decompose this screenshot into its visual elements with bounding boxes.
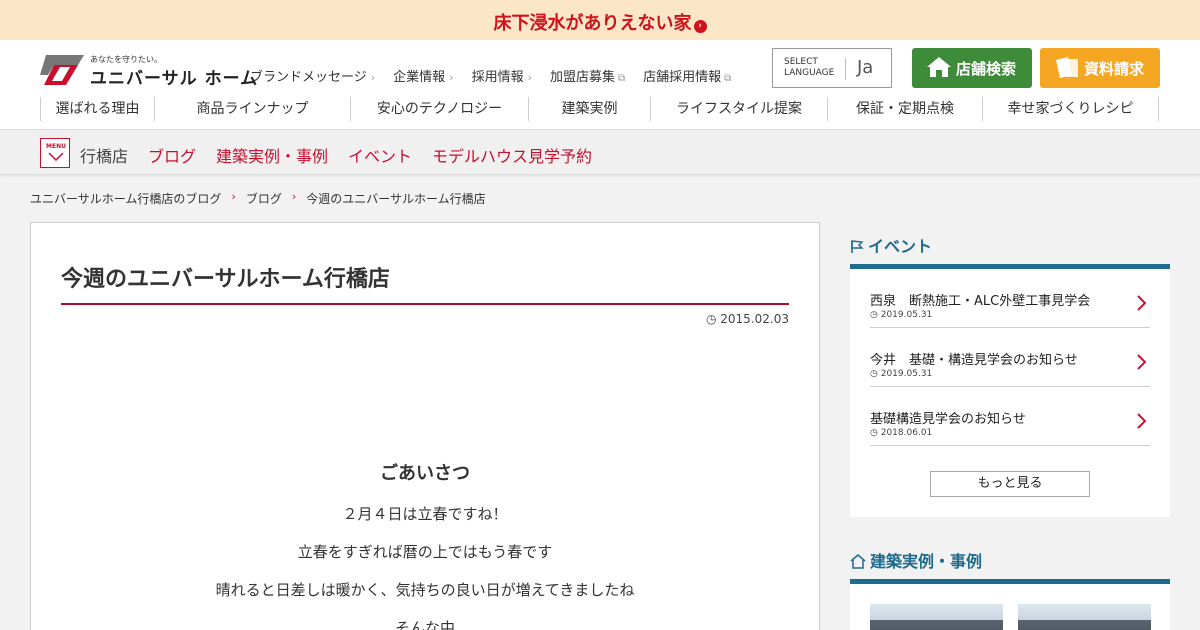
article-line: 晴れると日差しは暖かく、気持ちの良い日が増えてきましたね (215, 581, 635, 599)
cases-list (850, 579, 1170, 630)
event-date: ◷ 2018.06.01 (870, 428, 933, 438)
main-nav-warranty[interactable]: 保証・定期点検 (827, 97, 982, 121)
store-links: ブログ 建築実例・事例 イベント モデルハウス見学予約 (148, 143, 612, 167)
article-line: ２月４日は立春ですね！ (342, 505, 508, 523)
case-thumbnail[interactable] (870, 604, 1003, 630)
store-name: 行橋店 (80, 147, 129, 166)
banner-text: 床下浸水がありえない家 (493, 13, 692, 34)
case-thumbnail[interactable] (1018, 604, 1151, 630)
more-events-button[interactable]: もっと見る (930, 471, 1090, 497)
external-link-icon: ⧉ (618, 73, 626, 84)
top-banner: 床下浸水がありえない家 › (0, 0, 1200, 40)
events-section-title: イベント (850, 233, 932, 257)
event-item[interactable]: 基礎構造見学会のお知らせ ◷ 2018.06.01 (870, 387, 1150, 446)
house-outline-icon (850, 554, 866, 569)
chevron-right-icon: › (231, 190, 236, 203)
site-header: あなたを守りたい。 ユニバーサル ホーム ブランドメッセージ › 企業情報 › 採用… (0, 40, 1200, 130)
store-link-events[interactable]: イベント (348, 143, 412, 167)
logo-name: ユニバーサル ホーム (90, 69, 259, 89)
external-link-icon: ⧉ (724, 73, 732, 84)
article-line: 立春をすぎれば暦の上ではもう春です (297, 543, 553, 561)
request-docs-button[interactable]: 資料請求 (1040, 48, 1160, 88)
main-nav-recipe[interactable]: 幸せ家づくりレシピ (982, 97, 1159, 121)
util-nav-franchise[interactable]: 加盟店募集 ⧉ (550, 66, 625, 85)
breadcrumb-item[interactable]: ユニバーサルホーム行橋店のブログ (30, 190, 221, 207)
utility-nav: ブランドメッセージ › 企業情報 › 採用情報 › 加盟店募集 ⧉ 店舗採用情報 ⧉ (250, 66, 749, 85)
event-title: 基礎構造見学会のお知らせ (870, 412, 1026, 427)
main-nav-lifestyle[interactable]: ライフスタイル提案 (650, 97, 827, 121)
language-current: Ja (857, 57, 874, 78)
chevron-right-icon: › (527, 71, 532, 84)
event-title: 今井 基礎・構造見学会のお知らせ (870, 353, 1078, 368)
article-heading: ごあいさつ (380, 463, 470, 484)
site-logo[interactable]: あなたを守りたい。 ユニバーサル ホーム (40, 53, 257, 89)
article-body: ごあいさつ ２月４日は立春ですね！ 立春をすぎれば暦の上ではもう春です 晴れると… (31, 455, 819, 630)
home-icon (927, 57, 951, 77)
clock-icon: ◷ (705, 312, 717, 326)
language-select-label: SELECT LANGUAGE (784, 57, 835, 78)
main-nav: 選ばれる理由 商品ラインナップ 安心のテクノロジー 建築実例 ライフスタイル提案… (40, 97, 1160, 121)
chevron-right-icon: › (449, 71, 454, 84)
store-subbar: MENU 行橋店 ブログ 建築実例・事例 イベント モデルハウス見学予約 (0, 130, 1200, 175)
events-list: 西泉 断熱施工・ALC外壁工事見学会 ◷ 2019.05.31 今井 基礎・構造… (850, 264, 1170, 517)
flag-icon (851, 240, 864, 253)
util-nav-recruit[interactable]: 採用情報 › (472, 66, 532, 85)
util-nav-company[interactable]: 企業情報 › (393, 66, 453, 85)
article-title: 今週のユニバーサルホーム行橋店 (61, 261, 789, 305)
chevron-right-icon (1137, 295, 1146, 311)
menu-button[interactable]: MENU (40, 138, 70, 168)
main-nav-lineup[interactable]: 商品ラインナップ (154, 97, 350, 121)
event-item[interactable]: 今井 基礎・構造見学会のお知らせ ◷ 2019.05.31 (870, 328, 1150, 387)
menu-label: MENU (46, 143, 66, 150)
breadcrumb: ユニバーサルホーム行橋店のブログ › ブログ › 今週のユニバーサルホーム行橋店 (30, 190, 486, 207)
main-nav-technology[interactable]: 安心のテクノロジー (350, 97, 528, 121)
store-link-blog[interactable]: ブログ (148, 143, 196, 167)
chevron-right-icon: › (291, 190, 297, 203)
clock-icon: ◷ (870, 428, 878, 438)
breadcrumb-item[interactable]: ブログ (246, 190, 282, 207)
request-docs-label: 資料請求 (1084, 60, 1145, 78)
store-link-examples[interactable]: 建築実例・事例 (216, 143, 328, 167)
language-select[interactable]: SELECT LANGUAGE Ja (772, 48, 892, 88)
blog-article: 今週のユニバーサルホーム行橋店 ◷ 2015.02.03 ごあいさつ ２月４日は… (30, 222, 820, 630)
chevron-right-icon (1137, 354, 1146, 370)
event-date: ◷ 2019.05.31 (870, 310, 933, 320)
banner-link[interactable]: 床下浸水がありえない家 › (494, 9, 707, 35)
event-item[interactable]: 西泉 断熱施工・ALC外壁工事見学会 ◷ 2019.05.31 (870, 269, 1150, 328)
event-date: ◷ 2019.05.31 (870, 369, 933, 379)
event-title: 西泉 断熱施工・ALC外壁工事見学会 (870, 294, 1091, 309)
store-search-button[interactable]: 店舗検索 (912, 48, 1032, 88)
language-divider (845, 58, 846, 80)
article-line: そんな中 (394, 619, 455, 630)
chevron-down-icon (48, 152, 64, 161)
chevron-right-icon: › (370, 71, 376, 84)
chevron-right-icon (1137, 413, 1146, 429)
breadcrumb-current: 今週のユニバーサルホーム行橋店 (306, 192, 486, 206)
util-nav-store-recruit[interactable]: 店舗採用情報 ⧉ (643, 66, 731, 85)
documents-icon (1056, 57, 1078, 78)
clock-icon: ◷ (870, 369, 878, 379)
main-nav-reasons[interactable]: 選ばれる理由 (40, 97, 154, 121)
util-nav-brand-message[interactable]: ブランドメッセージ › (250, 66, 375, 85)
article-date: ◷ 2015.02.03 (705, 312, 789, 326)
main-nav-examples[interactable]: 建築実例 (528, 97, 650, 121)
store-search-label: 店舗検索 (956, 60, 1017, 78)
chevron-right-icon: › (693, 20, 707, 33)
logo-mark-icon (40, 55, 84, 85)
cases-section-title: 建築実例・事例 (850, 548, 982, 572)
store-link-model-house[interactable]: モデルハウス見学予約 (432, 143, 592, 167)
clock-icon: ◷ (870, 310, 878, 320)
